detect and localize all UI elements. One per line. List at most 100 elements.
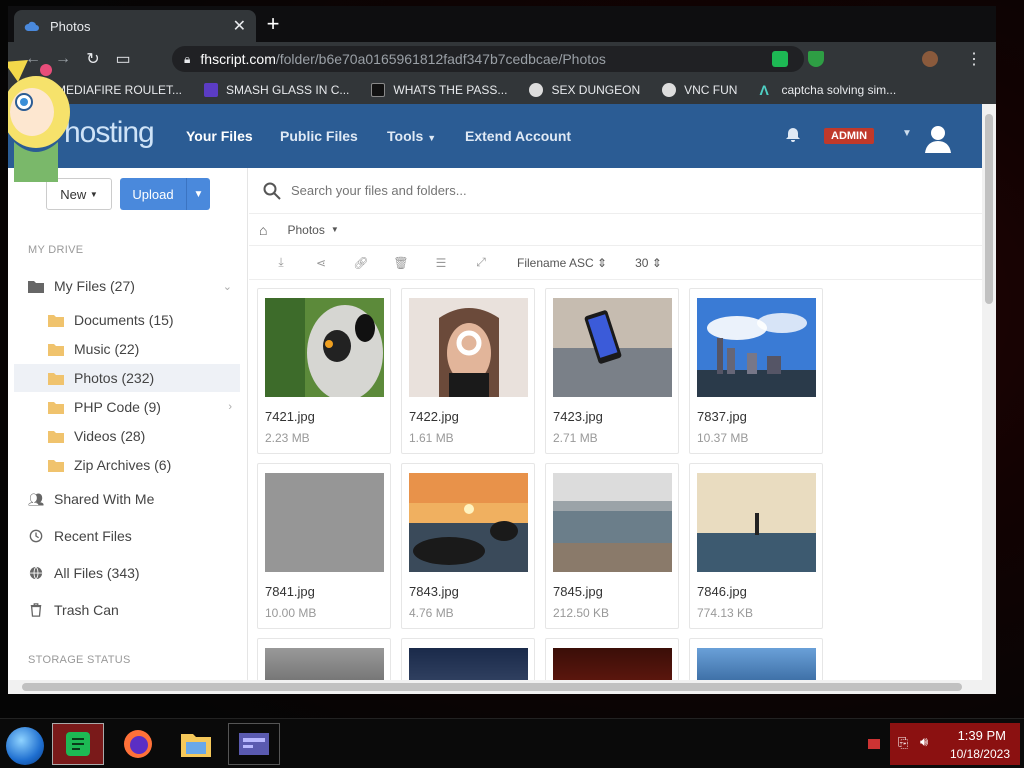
close-tab-icon[interactable]: ✕ [233,16,246,36]
upload-dropdown-icon[interactable]: ▼ [186,178,210,210]
file-card-partial[interactable] [545,638,679,680]
scroll-thumb[interactable] [22,683,962,691]
nav-tools[interactable]: Tools ▼ [387,128,436,144]
file-card[interactable]: 7845.jpg 212.50 KB [545,463,679,629]
folder-icon [48,344,64,356]
clock-date[interactable]: 10/18/2023 [950,747,1010,761]
lambda-bookmark-icon: Λ [759,82,769,98]
user-avatar-icon[interactable] [922,122,954,154]
vertical-scrollbar[interactable] [982,104,996,680]
url-path: /folder/b6e70a0165961812fadf347b7cedbcae… [275,51,606,67]
sort-arrows-icon: ⇕ [651,255,662,270]
address-bar[interactable]: 🔒︎ fhscript.com/folder/b6e70a0165961812f… [172,46,804,72]
sidebar-item-music[interactable]: Music (22) [14,335,240,363]
url-domain: fhscript.com [200,51,276,67]
file-card[interactable]: 7837.jpg 10.37 MB [689,288,823,454]
clock-time[interactable]: 1:39 PM [958,728,1006,743]
sidebar-item-all-files[interactable]: All Files (343) [14,559,240,587]
search-icon [263,182,281,200]
purple-bookmark-icon [204,83,219,97]
file-hosting-app: hosting Your Files Public Files Tools ▼ … [8,104,982,680]
sidebar-item-photos[interactable]: Photos (232) [14,364,240,392]
globe-icon [29,566,43,580]
file-card-partial[interactable] [257,638,391,680]
file-card[interactable]: 7843.jpg 4.76 MB [401,463,535,629]
cartoon-sticker-image [8,60,70,182]
tray-up-arrow-icon[interactable] [868,739,880,749]
chevron-down-icon[interactable]: ⌄ [223,280,232,293]
trash-icon [30,603,42,617]
browser-window: Photos ✕ + ← → ↻ ▭ 🔒︎ fhscript.com/folde… [8,6,996,694]
network-icon[interactable]: ⎘ [898,735,908,751]
bookmark-vnc-fun[interactable]: VNC FUN [662,83,737,97]
trash-icon[interactable]: 🗑︎ [381,256,421,270]
sidebar-item-documents[interactable]: Documents (15) [14,306,240,334]
profile-avatar-icon[interactable] [922,51,938,67]
chevron-down-icon[interactable]: ▼ [331,225,339,234]
site-logo[interactable]: hosting [64,116,155,150]
chat-extension-icon[interactable] [772,51,788,67]
home-icon[interactable]: ⌂ [259,222,267,238]
folder-icon [48,402,64,414]
scroll-thumb[interactable] [985,114,993,304]
bookmark-smash-glass[interactable]: SMASH GLASS IN C... [204,83,349,97]
file-card[interactable]: 7846.jpg 774.13 KB [689,463,823,629]
taskbar-window-app[interactable] [228,723,280,765]
nav-extend-account[interactable]: Extend Account [465,128,571,144]
search-input[interactable] [291,183,691,198]
reload-button[interactable]: ↻ [78,44,108,74]
sidebar-item-videos[interactable]: Videos (28) [14,422,240,450]
admin-badge[interactable]: ADMIN [824,128,875,144]
sort-arrows-icon: ⇕ [597,255,608,270]
horizontal-scrollbar[interactable] [8,680,996,694]
taskbar-firefox[interactable] [112,723,164,765]
dark-bookmark-icon [371,83,386,97]
shield-extension-icon[interactable] [808,51,824,67]
new-button[interactable]: New ▼ [46,178,112,210]
download-icon[interactable]: ⤓ [261,255,301,270]
volume-icon[interactable]: 🔊︎ [920,734,928,750]
per-page-select[interactable]: 30 ⇕ [635,256,662,270]
breadcrumb-photos[interactable]: Photos [287,223,324,237]
menu-dots-icon[interactable]: ⋮ [966,49,982,69]
sidebar-item-zip-archives[interactable]: Zip Archives (6) [14,451,240,479]
file-card-partial[interactable] [401,638,535,680]
bell-icon[interactable] [784,126,802,144]
file-card[interactable]: 7423.jpg 2.71 MB [545,288,679,454]
share-icon[interactable]: ⋖ [301,256,341,270]
start-button[interactable] [6,727,44,765]
sidebar-item-shared-with-me[interactable]: 👥︎ Shared With Me [14,485,240,513]
folder-icon [48,431,64,443]
bookmark-sex-dungeon[interactable]: SEX DUNGEON [529,83,640,97]
file-card[interactable]: 7421.jpg 2.23 MB [257,288,391,454]
bookmark-whats-the-pass[interactable]: WHATS THE PASS... [371,83,507,97]
link-icon[interactable]: 🔗︎ [341,256,381,270]
dark-red-thumbnail [553,648,672,680]
breadcrumb: ⌂ Photos ▼ [249,214,982,246]
taskbar-notes-app[interactable] [52,723,104,765]
sidebar-item-php-code[interactable]: PHP Code (9) › [14,393,240,421]
file-card[interactable]: 7841.jpg 10.00 MB [257,463,391,629]
expand-icon[interactable]: ⤢ [461,255,501,270]
file-card-partial[interactable] [689,638,823,680]
list-view-icon[interactable]: ☰ [421,256,461,270]
bookmark-star-button[interactable]: ▭ [108,44,138,74]
upload-button[interactable]: Upload ▼ [120,178,210,210]
texture-thumbnail [265,473,384,572]
chevron-down-icon: ▼ [427,133,437,143]
nav-your-files[interactable]: Your Files [186,128,253,144]
sidebar-item-trash-can[interactable]: Trash Can [14,596,240,624]
sidebar-item-my-files[interactable]: My Files (27) ⌄ [14,272,240,300]
sort-select[interactable]: Filename ASC ⇕ [517,256,607,270]
new-tab-button[interactable]: + [262,13,284,36]
bookmark-captcha[interactable]: Λcaptcha solving sim... [759,83,896,97]
file-card[interactable]: 7422.jpg 1.61 MB [401,288,535,454]
nav-public-files[interactable]: Public Files [280,128,358,144]
chevron-down-icon[interactable]: ▼ [902,128,912,139]
taskbar-file-explorer[interactable] [170,723,222,765]
gear-bookmark-icon [662,83,677,97]
tab-photos[interactable]: Photos ✕ [14,10,256,42]
chevron-right-icon[interactable]: › [228,401,232,413]
system-tray: ⎘ 🔊︎ 1:39 PM 10/18/2023 [890,723,1020,765]
sidebar-item-recent-files[interactable]: Recent Files [14,522,240,550]
